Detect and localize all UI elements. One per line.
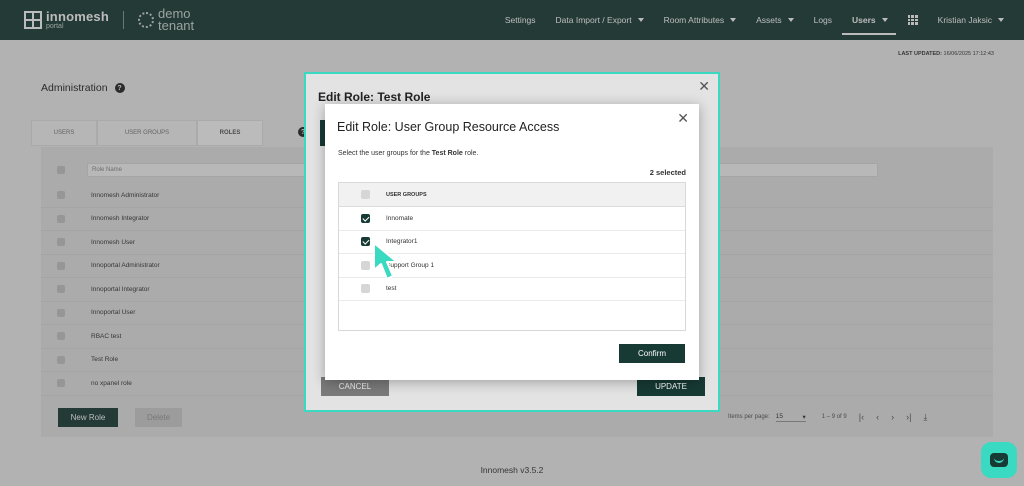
chat-icon xyxy=(990,453,1008,467)
close-icon[interactable]: ✕ xyxy=(677,110,689,127)
edit-role-title: Edit Role: Test Role xyxy=(318,90,431,104)
group-checkbox-innomate[interactable] xyxy=(361,213,370,223)
close-icon[interactable]: ✕ xyxy=(698,78,710,95)
dialog-description: Select the user groups for the Test Role… xyxy=(338,150,479,157)
user-groups-header: USER GROUPS xyxy=(339,183,685,207)
mouse-pointer-icon xyxy=(373,242,398,280)
group-checkbox-support-group-1[interactable] xyxy=(361,260,370,270)
confirm-button[interactable]: Confirm xyxy=(619,344,685,363)
chat-support-button[interactable] xyxy=(981,442,1017,478)
selected-count: 2 selected xyxy=(649,168,686,177)
group-checkbox-test[interactable] xyxy=(361,284,370,294)
list-item[interactable]: Innomate xyxy=(339,207,685,231)
dialog-title: Edit Role: User Group Resource Access xyxy=(337,120,560,134)
select-all-groups-checkbox[interactable] xyxy=(361,190,370,199)
group-checkbox-integrator1[interactable] xyxy=(361,237,370,247)
